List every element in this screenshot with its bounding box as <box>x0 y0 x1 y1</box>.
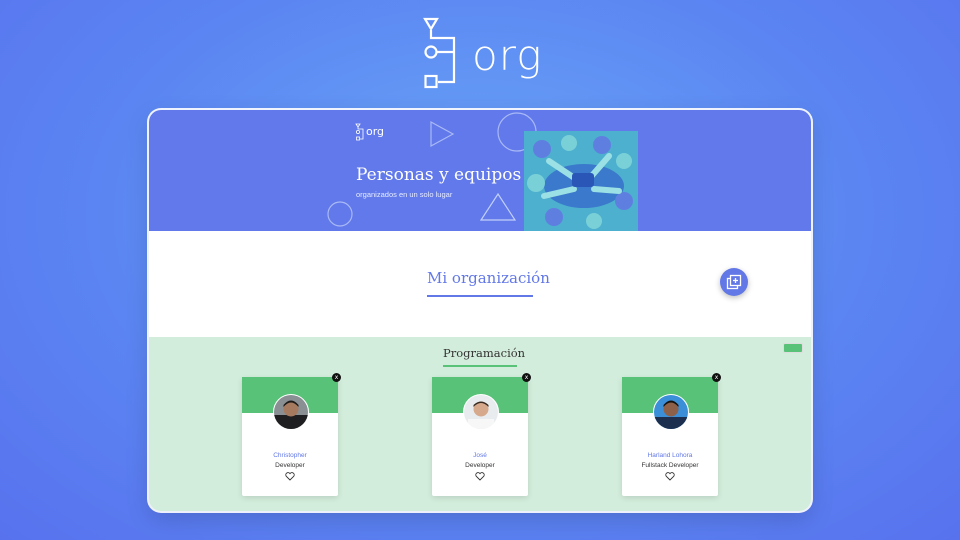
avatar <box>463 394 499 430</box>
banner-triangle-decoration <box>430 120 455 148</box>
heart-icon[interactable] <box>475 472 485 481</box>
app-logo: org <box>420 14 543 94</box>
banner-subtitle: organizados en un solo lugar <box>356 190 453 199</box>
team-section: Programación Christopher Developer x Jos… <box>149 337 811 511</box>
org-chart-logo-icon <box>423 17 456 89</box>
collaborator-name: Harland Lohora <box>647 452 693 459</box>
banner-bottom-triangle-decoration <box>479 192 517 221</box>
team-title-underline <box>443 365 517 367</box>
remove-collaborator-button[interactable]: x <box>712 373 721 382</box>
collaborator-role: Fullstack Developer <box>641 462 699 469</box>
banner-logo: org <box>355 123 395 141</box>
collaborator-card: Harland Lohora Fullstack Developer <box>622 377 718 496</box>
banner-small-circle-decoration <box>327 201 353 227</box>
remove-collaborator-button[interactable]: x <box>522 373 531 382</box>
avatar <box>273 394 309 430</box>
collaborator-card: Christopher Developer <box>242 377 338 496</box>
app-window: org Personas y equipos organizados en un… <box>149 110 811 511</box>
avatar <box>653 394 689 430</box>
banner-title: Personas y equipos <box>356 165 522 185</box>
team-photo <box>524 131 638 231</box>
banner-logo-text: org <box>366 125 385 138</box>
collaborator-role: Developer <box>275 462 305 469</box>
heart-icon[interactable] <box>285 472 295 481</box>
organization-section: Mi organización <box>149 231 811 337</box>
heart-icon[interactable] <box>665 472 675 481</box>
collaborator-name: José <box>473 452 487 459</box>
collaborator-role: Developer <box>465 462 495 469</box>
add-collaborator-icon <box>726 274 742 290</box>
add-collaborator-button[interactable] <box>720 268 748 296</box>
remove-collaborator-button[interactable]: x <box>332 373 341 382</box>
banner: org Personas y equipos organizados en un… <box>149 110 811 231</box>
team-color-picker[interactable] <box>783 343 803 353</box>
collaborator-name: Christopher <box>273 452 307 459</box>
team-title: Programación <box>443 346 526 360</box>
collaborator-card: José Developer <box>432 377 528 496</box>
organization-title-underline <box>427 295 533 297</box>
organization-title: Mi organización <box>427 269 550 287</box>
org-chart-logo-icon <box>355 123 364 141</box>
logo-text: org <box>472 31 543 80</box>
